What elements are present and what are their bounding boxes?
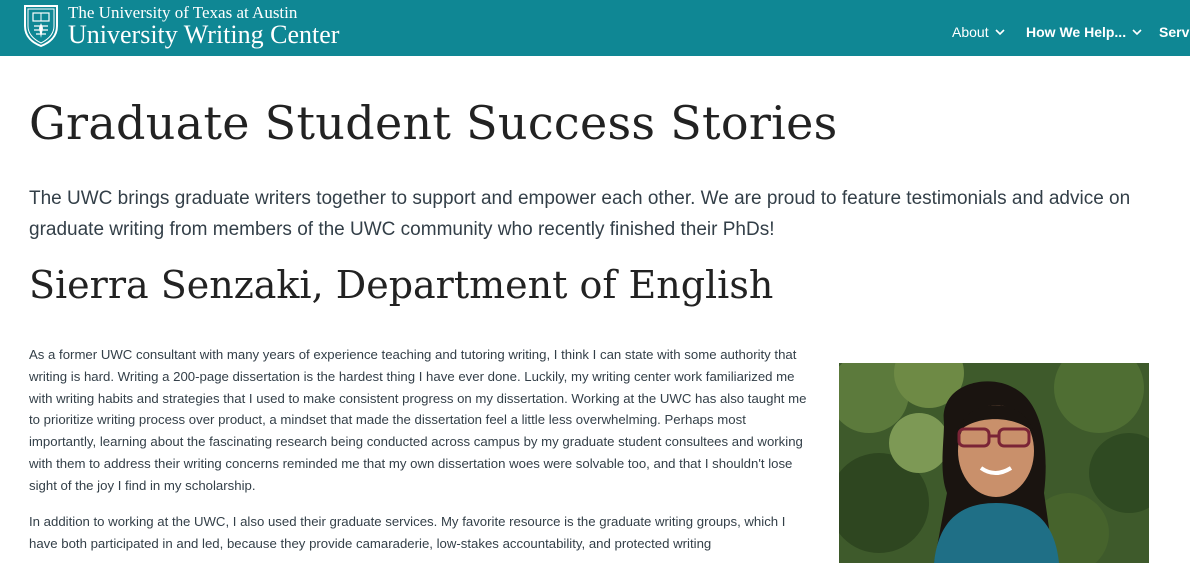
- nav-how-we-help[interactable]: How We Help...: [1026, 22, 1142, 42]
- intro-paragraph: The UWC brings graduate writers together…: [29, 188, 1131, 240]
- testimonial-paragraph: As a former UWC consultant with many yea…: [29, 347, 807, 493]
- ut-shield-logo[interactable]: [23, 4, 59, 48]
- nav-about-label: About: [952, 24, 989, 40]
- site-title[interactable]: University Writing Center: [68, 20, 339, 50]
- portrait-illustration: [839, 363, 1149, 563]
- chevron-down-icon: [995, 28, 1005, 35]
- section-heading: Sierra Senzaki, Department of English: [29, 263, 774, 307]
- nav-how-we-help-label: How We Help...: [1026, 24, 1127, 40]
- chevron-down-icon: [1132, 28, 1142, 35]
- portrait-photo: [839, 363, 1149, 563]
- nav-services[interactable]: Servi: [1159, 22, 1190, 42]
- nav-services-label: Servi: [1159, 24, 1190, 40]
- page-title: Graduate Student Success Stories: [29, 96, 838, 150]
- testimonial-paragraph: In addition to working at the UWC, I als…: [29, 514, 786, 551]
- nav-about[interactable]: About: [952, 22, 1005, 42]
- site-header: The University of Texas at Austin Univer…: [0, 0, 1190, 56]
